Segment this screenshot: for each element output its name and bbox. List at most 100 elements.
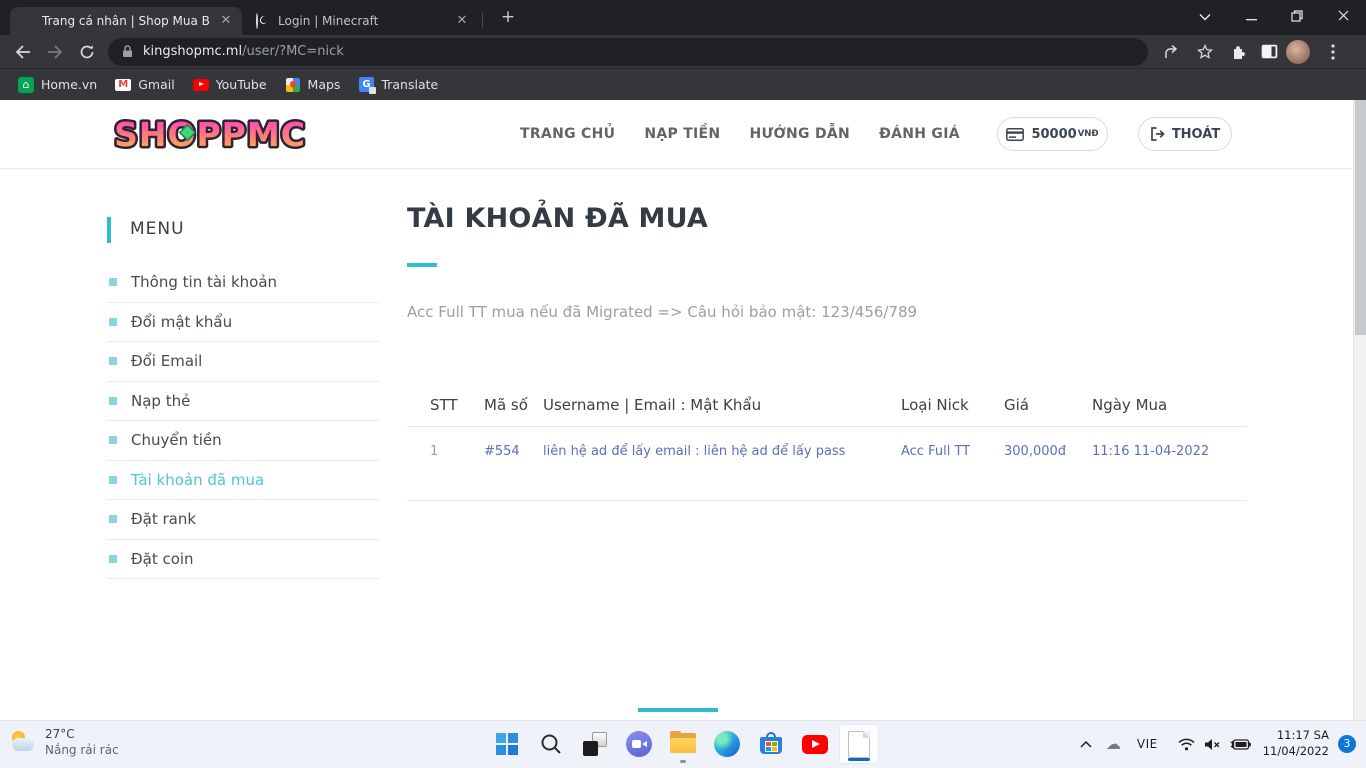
credit-card-icon: [1006, 127, 1025, 141]
logout-button[interactable]: THOÁT: [1138, 117, 1232, 151]
language-indicator[interactable]: VIE: [1137, 737, 1158, 751]
sidebar-item-doi-email[interactable]: Đổi Email: [107, 342, 380, 382]
cell-stt: 1: [407, 426, 484, 501]
table-header-row: STT Mã số Username | Email : Mật Khẩu Lo…: [407, 383, 1247, 427]
nav-nap-tien[interactable]: NẠP TIỀN: [644, 126, 720, 142]
tray-chevron-up-icon[interactable]: [1080, 740, 1092, 748]
onedrive-cloud-icon[interactable]: ☁: [1106, 735, 1121, 753]
chat-button[interactable]: [619, 724, 659, 764]
sidebar-menu: Thông tin tài khoản Đổi mật khẩu Đổi Ema…: [107, 263, 380, 579]
new-tab-button[interactable]: +: [496, 6, 520, 30]
tab-search-chevron-icon[interactable]: [1182, 10, 1228, 25]
microsoft-store-button[interactable]: [751, 724, 791, 764]
task-view-button[interactable]: [575, 724, 615, 764]
side-panel-icon[interactable]: [1256, 39, 1282, 65]
tab-minecraft-login[interactable]: Login | Minecraft ✕: [246, 7, 478, 35]
weather-widget[interactable]: 27°C Nắng rải rác: [10, 726, 119, 758]
window-restore-button[interactable]: [1274, 9, 1320, 26]
document-app-icon: [848, 730, 870, 758]
nav-danh-gia[interactable]: ĐÁNH GIÁ: [879, 126, 960, 142]
back-button[interactable]: [10, 39, 36, 65]
sidebar-item-doi-mat-khau[interactable]: Đổi mật khẩu: [107, 303, 380, 342]
notification-badge[interactable]: 3: [1338, 735, 1356, 753]
bullet-icon: [109, 278, 117, 287]
active-document-app-button[interactable]: [839, 724, 879, 764]
tab-shop-active[interactable]: Trang cá nhân | Shop Mua Bán Ac ✕: [10, 7, 242, 35]
sidebar-item-nap-the[interactable]: Nạp thẻ: [107, 382, 380, 421]
cell-ma-so[interactable]: #554: [484, 426, 543, 501]
url-path: /user/?MC=nick: [242, 44, 344, 59]
edge-icon: [714, 731, 740, 757]
sidebar-item-tai-khoan-da-mua[interactable]: Tài khoản đã mua: [107, 461, 380, 500]
running-indicator: [680, 760, 686, 763]
site-logo[interactable]: SHOPPMC: [110, 110, 310, 164]
bookmark-label: YouTube: [215, 77, 267, 92]
weather-sun-cloud-icon: [10, 729, 36, 755]
balance-currency: VNĐ: [1077, 129, 1099, 139]
col-username: Username | Email : Mật Khẩu: [543, 383, 901, 427]
youtube-app-icon: [802, 734, 828, 754]
sidebar-item-dat-rank[interactable]: Đặt rank: [107, 500, 380, 540]
bookmark-maps[interactable]: Maps: [285, 77, 340, 93]
bookmark-label: Home.vn: [41, 77, 98, 92]
extensions-puzzle-icon[interactable]: [1224, 39, 1250, 65]
bookmark-home-vn[interactable]: ⌂ Home.vn: [18, 76, 98, 93]
main-nav: TRANG CHỦ NẠP TIỀN HƯỚNG DẪN ĐÁNH GIÁ: [520, 100, 1040, 168]
forward-button[interactable]: [42, 39, 68, 65]
browser-menu-kebab-icon[interactable]: [1320, 39, 1346, 65]
gmail-icon: M: [115, 77, 132, 93]
youtube-app-button[interactable]: [795, 724, 835, 764]
bookmark-translate[interactable]: G Translate: [358, 77, 439, 94]
bookmark-label: Translate: [381, 77, 439, 92]
bookmark-label: Gmail: [138, 77, 175, 92]
profile-avatar[interactable]: [1286, 39, 1310, 64]
teams-chat-icon: [626, 731, 652, 757]
share-icon[interactable]: [1160, 39, 1186, 65]
wifi-icon[interactable]: [1178, 738, 1195, 751]
volume-muted-icon[interactable]: [1204, 738, 1221, 751]
bookmark-star-icon[interactable]: [1192, 39, 1218, 65]
cell-account-credentials[interactable]: liên hệ ad để lấy email : liên hệ ad để …: [543, 426, 901, 501]
nav-trang-chu[interactable]: TRANG CHỦ: [520, 126, 615, 142]
start-button[interactable]: [487, 724, 527, 764]
maps-icon: [285, 77, 301, 93]
tab-close-icon[interactable]: ✕: [454, 13, 470, 29]
tray-date: 11/04/2022: [1262, 744, 1329, 758]
bookmark-youtube[interactable]: YouTube: [192, 77, 267, 93]
col-gia: Giá: [1004, 383, 1092, 427]
tab-separator: [482, 13, 483, 28]
search-button[interactable]: [531, 724, 571, 764]
address-bar[interactable]: kingshopmc.ml/user/?MC=nick: [108, 37, 1148, 66]
tab-close-icon[interactable]: ✕: [218, 13, 234, 29]
taskbar-app-icons: [487, 724, 879, 764]
bullet-icon: [109, 396, 117, 405]
reload-button[interactable]: [74, 39, 100, 65]
bookmark-gmail[interactable]: M Gmail: [115, 77, 175, 93]
sidebar-item-dat-coin[interactable]: Đặt coin: [107, 540, 380, 579]
tray-time: 11:17 SA: [1276, 728, 1329, 743]
active-app-indicator: [848, 758, 870, 761]
window-close-button[interactable]: [1320, 10, 1366, 25]
edge-button[interactable]: [707, 724, 747, 764]
home-vn-icon: ⌂: [18, 76, 34, 93]
title-underline: [407, 263, 437, 267]
file-explorer-button[interactable]: [663, 724, 703, 764]
sidebar-item-chuyen-tien[interactable]: Chuyển tiền: [107, 421, 380, 461]
balance-button[interactable]: 50000 VNĐ: [997, 117, 1108, 151]
window-minimize-button[interactable]: [1228, 10, 1274, 25]
translate-icon: G: [358, 77, 376, 94]
page-scrollbar[interactable]: [1353, 100, 1366, 720]
menu-accent-bar: [107, 217, 111, 243]
file-explorer-icon: [670, 731, 696, 755]
battery-charging-icon[interactable]: [1230, 738, 1251, 750]
system-tray: ☁ VIE 11:17 SA 11/04/2022 3: [1080, 720, 1366, 768]
sidebar-item-thong-tin-tai-khoan[interactable]: Thông tin tài khoản: [107, 263, 380, 303]
logout-icon: [1150, 127, 1165, 141]
col-stt: STT: [407, 383, 484, 427]
bullet-icon: [109, 515, 117, 524]
nav-huong-dan[interactable]: HƯỚNG DẪN: [749, 126, 850, 142]
scrollbar-thumb[interactable]: [1355, 100, 1366, 335]
clock[interactable]: 11:17 SA 11/04/2022: [1263, 728, 1329, 759]
url-host: kingshopmc.ml: [143, 44, 243, 59]
security-note: Acc Full TT mua nếu đã Migrated => Câu h…: [407, 303, 918, 321]
